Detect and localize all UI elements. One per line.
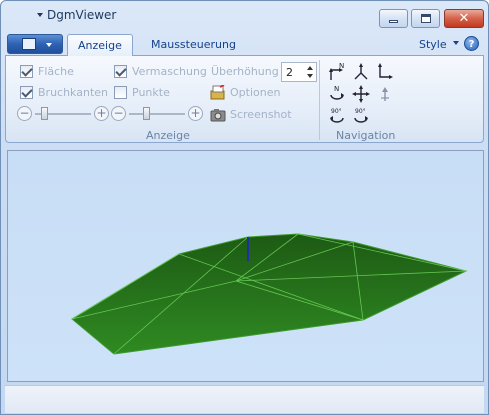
rotate-90-left-icon[interactable]: 90° — [327, 106, 347, 126]
flaeche-checkbox[interactable]: Fläche — [20, 65, 100, 79]
optionen-button[interactable]: Optionen — [210, 84, 300, 102]
north-turn-icon[interactable]: N — [327, 84, 347, 104]
rotate-90-right-icon[interactable]: 90° — [351, 106, 371, 126]
3d-viewport[interactable] — [7, 150, 484, 382]
punkte-checkbox[interactable]: Punkte — [114, 86, 194, 100]
slider1-plus-button[interactable]: + — [94, 106, 109, 121]
slider2-thumb[interactable] — [143, 107, 150, 120]
app-menu-icon — [22, 38, 36, 50]
ribbon-panel: Fläche Bruchkanten Vermaschung Punkte − … — [5, 55, 484, 143]
svg-text:90°: 90° — [331, 108, 342, 115]
navigation-group-label: Navigation — [336, 129, 396, 142]
svg-text:N: N — [334, 85, 339, 93]
style-menu[interactable]: Style — [419, 38, 447, 51]
bruchkanten-checkbox-box[interactable] — [20, 86, 33, 99]
mesh-transparency-slider[interactable]: − + — [111, 106, 203, 122]
up-arrow-icon[interactable] — [375, 84, 395, 104]
ueberhoehung-spinner[interactable]: 2 — [281, 62, 317, 82]
help-icon[interactable]: ? — [464, 36, 479, 51]
status-bar — [5, 385, 484, 413]
close-button[interactable]: ✕ — [444, 9, 484, 28]
spin-up-arrow-icon[interactable] — [307, 66, 313, 70]
screenshot-button[interactable]: Screenshot — [210, 106, 306, 124]
punkte-checkbox-box[interactable] — [114, 86, 127, 99]
rotate-north-icon[interactable]: N — [327, 62, 347, 82]
punkte-label: Punkte — [132, 86, 170, 99]
flaeche-label: Fläche — [38, 65, 74, 78]
window-title: DgmViewer — [47, 8, 117, 22]
ueberhoehung-value[interactable]: 2 — [286, 66, 293, 79]
terrain-model[interactable] — [8, 151, 483, 381]
minimize-button[interactable] — [379, 9, 408, 28]
vermaschung-checkbox-box[interactable] — [114, 65, 127, 78]
group-separator — [319, 60, 320, 140]
vermaschung-label: Vermaschung — [132, 65, 207, 78]
camera-icon — [210, 109, 226, 122]
slider2-plus-button[interactable]: + — [188, 106, 203, 121]
surface-transparency-slider[interactable]: − + — [17, 106, 109, 122]
bruchkanten-label: Bruchkanten — [38, 86, 109, 99]
minimize-icon — [389, 20, 398, 23]
maximize-button[interactable] — [411, 9, 440, 28]
ueberhoehung-label: Überhöhung — [211, 65, 279, 78]
slider2-minus-button[interactable]: − — [111, 106, 126, 121]
quick-access-arrow-icon[interactable] — [37, 13, 43, 17]
slider1-minus-button[interactable]: − — [17, 106, 32, 121]
close-icon: ✕ — [458, 11, 470, 26]
application-menu-button[interactable] — [7, 34, 63, 54]
slider2-track[interactable] — [129, 113, 185, 115]
maximize-icon — [421, 14, 431, 23]
axes-icon[interactable] — [351, 62, 371, 82]
app-window: DgmViewer ✕ Anzeige Maussteuerung Style … — [0, 0, 489, 415]
svg-text:N: N — [339, 62, 344, 70]
title-bar[interactable]: DgmViewer ✕ — [1, 1, 488, 31]
optionen-label: Optionen — [230, 86, 281, 99]
slider1-thumb[interactable] — [41, 107, 48, 120]
pan-icon[interactable] — [351, 84, 371, 104]
flaeche-checkbox-box[interactable] — [20, 65, 33, 78]
tab-maussteuerung[interactable]: Maussteuerung — [141, 34, 246, 56]
anzeige-group-label: Anzeige — [146, 129, 190, 142]
svg-text:90°: 90° — [355, 108, 366, 115]
rotate-right-icon[interactable] — [375, 62, 395, 82]
options-icon — [210, 85, 225, 100]
bruchkanten-checkbox[interactable]: Bruchkanten — [20, 86, 116, 100]
spin-down-arrow-icon[interactable] — [307, 74, 313, 78]
tab-anzeige[interactable]: Anzeige — [67, 34, 133, 56]
screenshot-label: Screenshot — [230, 108, 292, 121]
style-dropdown-arrow-icon[interactable] — [453, 41, 459, 45]
vermaschung-checkbox[interactable]: Vermaschung — [114, 65, 210, 79]
app-menu-arrow-icon — [46, 43, 52, 47]
